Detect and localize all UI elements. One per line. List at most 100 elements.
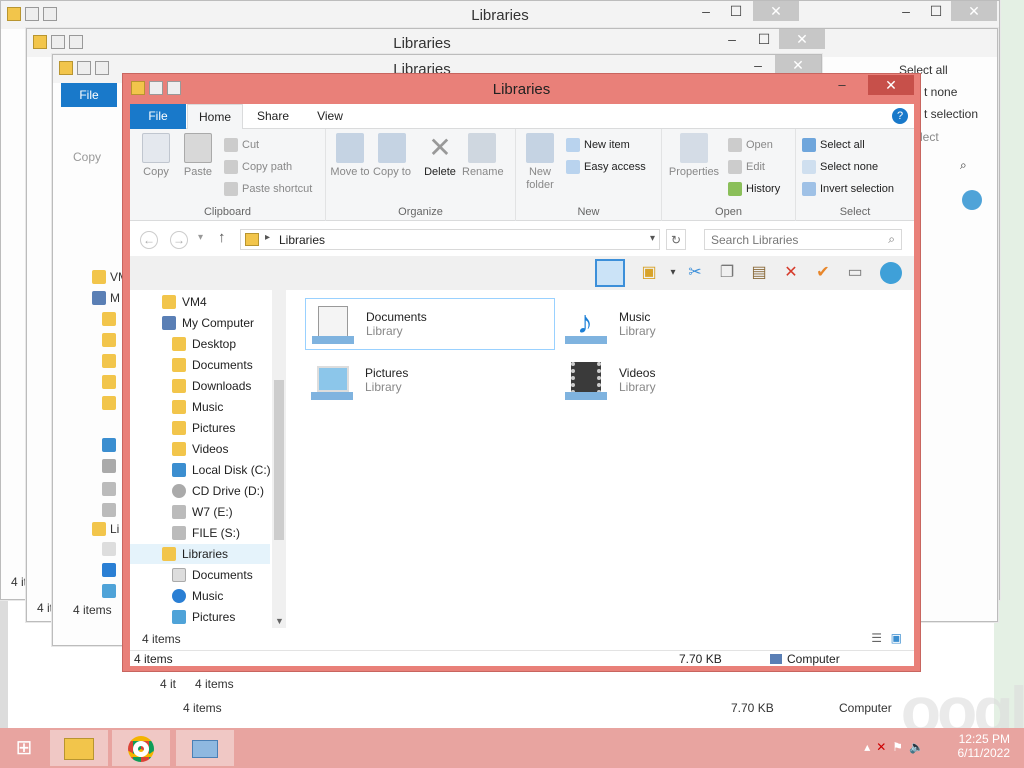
delete-icon[interactable]: ✕ [778,260,804,286]
nav-item-file[interactable]: FILE (S:) [172,523,240,543]
tab-home[interactable]: Home [187,104,243,130]
edit-button[interactable]: Edit [728,158,765,176]
new-item-button[interactable]: New item [566,136,630,154]
preview-pane-icon[interactable] [595,259,625,287]
scrollbar-thumb[interactable] [274,380,284,540]
address-dropdown-icon[interactable]: ▾ [650,233,655,244]
tray-up-icon[interactable]: ▴ [864,740,870,754]
history-button[interactable]: History [728,180,780,198]
paste-shortcut-button[interactable]: Paste shortcut [224,180,312,198]
cut-button[interactable]: Cut [224,136,259,154]
nav-item-lib-music[interactable]: Music [172,586,223,606]
properties-button[interactable]: Properties [666,133,722,179]
nav-item-vm4[interactable]: VM4 [162,292,207,312]
chrome-taskbar-button[interactable] [112,730,170,766]
easy-access-button[interactable]: Easy access [566,158,646,176]
library-item-videos[interactable]: Videos Library [559,354,809,406]
copy-icon[interactable]: ❐ [714,260,740,286]
scroll-down-icon[interactable]: ▼ [275,616,284,626]
clock[interactable]: 12:25 PM 6/11/2022 [958,732,1011,760]
open-button[interactable]: Open [728,136,773,154]
copy-to-button[interactable]: Copy to [372,133,412,179]
new-folder-button[interactable]: New folder [520,133,560,192]
rename-button[interactable]: Rename [462,133,504,179]
copy-path-button[interactable]: Copy path [224,158,292,176]
library-item-pictures[interactable]: Pictures Library [305,354,555,406]
folder-icon [162,295,176,309]
tab-share[interactable]: Share [245,104,301,129]
close-button[interactable]: ✕ [779,29,825,49]
maximize-button[interactable]: ☐ [921,1,951,21]
volume-icon[interactable]: 🔈 [909,740,924,754]
details-view-icon[interactable]: ☰ [871,631,882,645]
close-button[interactable]: ✕ [753,1,799,21]
nav-item-desktop[interactable]: Desktop [172,334,236,354]
close-button[interactable]: ✕ [868,75,914,95]
paste-icon [184,133,212,163]
nav-item-my-computer[interactable]: My Computer [162,313,254,333]
minimize-button[interactable]: – [717,29,747,49]
help-icon[interactable]: ? [892,108,908,124]
nav-item-lib-pictures[interactable]: Pictures [172,607,235,627]
paste-button[interactable]: Paste [178,133,218,179]
shell-icon[interactable] [962,190,982,210]
minimize-button[interactable]: – [743,55,773,75]
select-all-button[interactable]: Select all [802,136,865,154]
network-icon[interactable]: ✕ [876,740,886,754]
nav-item-local-disk[interactable]: Local Disk (C:) [172,460,271,480]
maximize-button[interactable]: ☐ [721,1,751,21]
maximize-button[interactable]: ☐ [749,29,779,49]
close-button[interactable]: ✕ [775,55,821,75]
delete-button[interactable]: ✕ Delete [420,133,460,179]
move-to-button[interactable]: Move to [330,133,370,179]
minimize-button[interactable]: – [828,75,856,95]
search-input[interactable]: Search Libraries ⌕ [704,229,902,250]
back-button[interactable]: ← [140,231,158,249]
forward-button[interactable]: → [170,231,188,249]
nav-item-downloads[interactable]: Downloads [172,376,251,396]
flag-icon[interactable]: ⚑ [892,740,903,754]
library-item-documents[interactable]: Documents Library [305,298,555,350]
navigation-scrollbar[interactable]: ▼ [272,290,286,628]
rename-icon[interactable]: ▭ [842,260,868,286]
nav-item-lib-documents[interactable]: Documents [172,565,253,585]
file-explorer-icon [64,737,94,760]
bg-select-none[interactable]: t none [924,85,957,99]
checkmark-icon[interactable]: ✔ [810,260,836,286]
nav-item-videos[interactable]: Videos [172,439,228,459]
app-taskbar-button[interactable] [176,730,234,766]
nav-item-cd-drive[interactable]: CD Drive (D:) [172,481,264,501]
cut-icon[interactable]: ✂ [682,260,708,286]
nav-item-music[interactable]: Music [172,397,223,417]
start-button[interactable]: ⊞ [4,730,44,766]
folder-check-icon[interactable]: ▣ [636,260,662,286]
nav-item-w7[interactable]: W7 (E:) [172,502,233,522]
close-button[interactable]: ✕ [951,1,997,21]
bg-search-icon[interactable]: ⌕ [960,158,967,173]
bg-invert-selection[interactable]: t selection [924,107,978,121]
file-explorer-taskbar-button[interactable] [50,730,108,766]
recent-locations-icon[interactable]: ▾ [198,232,203,243]
shell-icon[interactable] [880,262,902,284]
tab-view[interactable]: View [302,104,358,129]
refresh-button[interactable]: ↻ [666,229,686,250]
up-button[interactable]: ↑ [218,229,226,246]
file-tab[interactable]: File [61,83,117,107]
address-bar[interactable]: ▸ Libraries ▾ [240,229,660,250]
paste-icon[interactable]: ▤ [746,260,772,286]
minimize-button[interactable]: – [691,1,721,21]
invert-selection-button[interactable]: Invert selection [802,180,894,198]
tab-file[interactable]: File [130,104,186,129]
minimize-button[interactable]: – [891,1,921,21]
library-item-music[interactable]: ♪ Music Library [559,298,809,350]
explorer-window[interactable]: Libraries – ✕ File Home Share View ? Cop… [122,73,921,672]
nav-item-pictures[interactable]: Pictures [172,418,235,438]
breadcrumb[interactable]: Libraries [279,233,325,247]
nav-item-documents[interactable]: Documents [172,355,253,375]
status-items: 4 it [37,601,54,615]
large-icons-view-icon[interactable]: ▣ [891,631,902,645]
copy-button[interactable]: Copy [136,133,176,179]
nav-item-libraries[interactable]: Libraries [130,544,270,564]
select-none-button[interactable]: Select none [802,158,878,176]
windows-drive-icon [172,463,186,477]
